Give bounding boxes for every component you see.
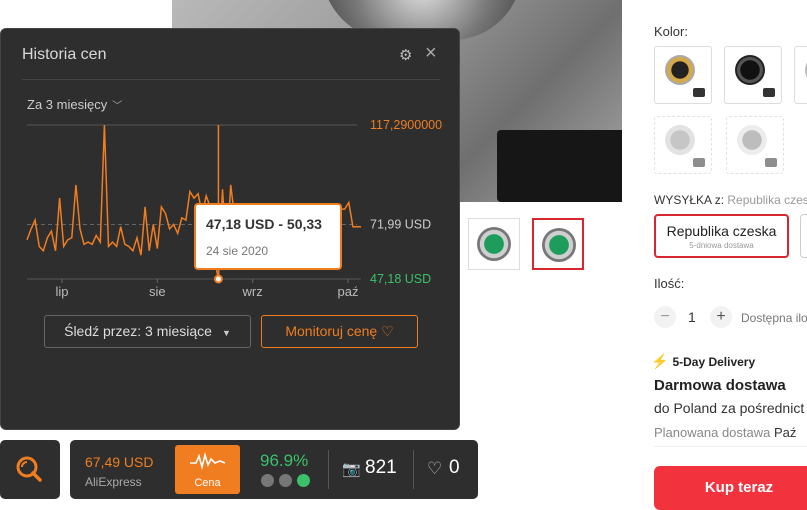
delivery-badge: ⚡ 5-Day Delivery (651, 353, 755, 370)
price-history-button[interactable]: Cena (175, 445, 240, 494)
free-delivery: Darmowa dostawa (654, 377, 786, 394)
display-block (497, 130, 622, 202)
seller-rating: 96.9% (260, 451, 309, 470)
price-source: AliExpress (85, 475, 142, 489)
photo-count[interactable]: 821 (365, 457, 397, 479)
color-swatch-blue[interactable] (794, 46, 807, 104)
sad-face-icon (261, 474, 274, 487)
max-price-label: 117,2900000 (370, 118, 442, 132)
truck-icon: ⚡ (651, 353, 669, 369)
planned-delivery-value: Paź (773, 425, 797, 440)
price-history-panel: Historia cen ⚙ × Za 3 miesięcy ﹀ lip sie wr… (0, 28, 460, 430)
color-swatch-black[interactable] (724, 46, 782, 104)
delivery-destination: do Poland za pośrednict (654, 400, 805, 416)
current-price: 67,49 USD (85, 454, 154, 470)
color-label: Kolor: (654, 24, 688, 39)
price-chart-icon (190, 451, 226, 471)
neutral-face-icon (279, 474, 292, 487)
caret-down-icon: ▼ (221, 328, 231, 338)
buy-now-button[interactable]: Kup teraz (654, 466, 807, 510)
x-axis-ticks: lip sie wrz paź (55, 279, 358, 299)
planned-delivery-label: Planowana dostawa (654, 425, 771, 440)
follow-label: Śledź przez: 3 miesiące (64, 323, 212, 339)
delivery-badge-text: 5-Day Delivery (672, 355, 756, 369)
price-toolbar: 67,49 USD AliExpress Cena 96.9% 📷 821 ♡ … (70, 440, 478, 499)
shipping-from: Republika czeska (727, 193, 807, 207)
quantity-minus-button[interactable]: − (654, 306, 676, 328)
monitor-price-button[interactable]: Monitoruj cenę ♡ (261, 315, 418, 348)
thumbnail-1[interactable] (468, 218, 520, 270)
shipping-option-czech[interactable]: Republika czeska 5-dniowa dostawa (654, 214, 789, 258)
x-tick-label: wrz (242, 284, 263, 299)
happy-face-icon (297, 474, 310, 487)
color-swatch-gold[interactable] (654, 46, 712, 104)
thumbnail-2[interactable] (532, 218, 584, 270)
page: Kolor: WYSYŁKA z: Republika czeska Repub… (0, 0, 807, 510)
quantity-value[interactable]: 1 (688, 309, 696, 325)
min-price-label: 47,18 USD (370, 272, 431, 286)
wishlist-count[interactable]: 0 (449, 457, 460, 479)
price-history-button-label: Cena (194, 477, 221, 489)
separator (413, 450, 414, 489)
shipping-option-2[interactable] (800, 214, 807, 258)
hover-point (213, 274, 223, 284)
quantity-label: Ilość: (654, 276, 685, 291)
avg-price-label: 71,99 USD (370, 218, 431, 232)
color-swatch-silver-1[interactable] (654, 116, 712, 174)
shipping-option-sub: 5-dniowa dostawa (689, 241, 754, 250)
x-tick-label: sie (149, 284, 166, 299)
search-zoom-button[interactable] (0, 440, 60, 499)
shipping-option-name: Republika czeska (666, 223, 777, 239)
tooltip-date: 24 sie 2020 (206, 244, 269, 258)
tooltip-price: 47,18 USD - 50,33 (206, 216, 322, 232)
x-tick-label: paź (338, 284, 359, 299)
x-tick-label: lip (55, 284, 68, 299)
color-swatch-silver-2[interactable] (726, 116, 784, 174)
quantity-plus-button[interactable]: + (710, 306, 732, 328)
follow-period-select[interactable]: Śledź przez: 3 miesiące ▼ (44, 315, 251, 348)
price-tooltip: 47,18 USD - 50,33 24 sie 2020 (194, 203, 342, 270)
planned-delivery: Planowana dostawa Paź (654, 425, 796, 440)
shipping-label: WYSYŁKA z: Republika czeska (654, 193, 807, 207)
separator (328, 450, 329, 489)
heart-icon[interactable]: ♡ (427, 459, 442, 479)
shipping-label-text: WYSYŁKA z: (654, 193, 725, 207)
availability-text: Dostępna ilo (741, 311, 807, 325)
camera-icon: 📷 (342, 461, 361, 478)
divider (654, 446, 807, 447)
search-icon (16, 456, 42, 482)
